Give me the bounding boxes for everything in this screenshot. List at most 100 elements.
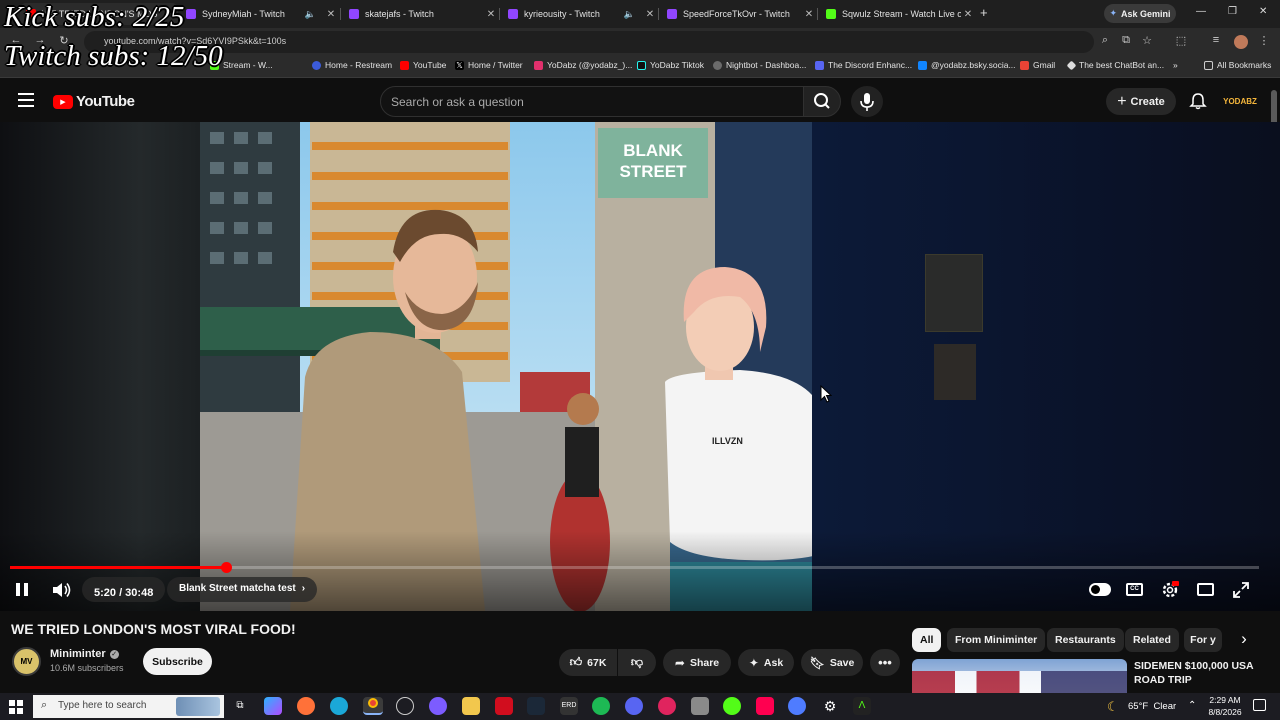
- progress-bar[interactable]: [10, 562, 1259, 573]
- autoplay-toggle[interactable]: [1089, 583, 1111, 596]
- ask-gemini-button[interactable]: ✦ Ask Gemini: [1104, 4, 1176, 23]
- bookmark-item[interactable]: The best ChatBot an...: [1066, 60, 1164, 70]
- browser-tab[interactable]: kyrieousity - Twitch 🔈 ✕: [502, 3, 657, 25]
- reading-list-icon[interactable]: ≡: [1208, 34, 1224, 46]
- app-icon[interactable]: [723, 697, 741, 715]
- app-icon[interactable]: Λ: [853, 697, 871, 715]
- cast-icon[interactable]: ⧉: [1118, 34, 1134, 47]
- chapter-button[interactable]: Blank Street matcha test ›: [167, 577, 318, 602]
- firefox-icon[interactable]: [297, 697, 315, 715]
- taskbar-search-input[interactable]: ⌕ Type here to search: [33, 695, 224, 718]
- app-icon[interactable]: [691, 697, 709, 715]
- all-bookmarks[interactable]: All Bookmarks: [1204, 60, 1271, 70]
- recommended-thumbnail[interactable]: [912, 659, 1127, 693]
- chip-for-you[interactable]: For y: [1184, 628, 1222, 652]
- app-icon[interactable]: [495, 697, 513, 715]
- bookmark-item[interactable]: The Discord Enhanc...: [815, 60, 912, 70]
- profile-avatar[interactable]: [1234, 35, 1248, 49]
- minimize-button[interactable]: —: [1196, 6, 1206, 17]
- chips-next-icon[interactable]: ›: [1232, 628, 1256, 652]
- speaker-icon[interactable]: 🔈: [624, 9, 635, 20]
- weather-text[interactable]: 65°F Clear: [1128, 701, 1176, 712]
- zoom-icon[interactable]: ⌕: [1097, 34, 1113, 47]
- bookmark-item[interactable]: YoDabz Tiktok: [637, 60, 704, 70]
- gemini-sparkle-icon: ✦: [1109, 8, 1117, 18]
- chip-from-miniminter[interactable]: From Miniminter: [947, 628, 1046, 652]
- browser-tab[interactable]: SpeedForceTkOvr - Twitch ✕: [661, 3, 816, 25]
- copilot-icon[interactable]: [264, 697, 282, 715]
- theater-mode-icon[interactable]: [1197, 583, 1214, 596]
- bookmark-item[interactable]: YoDabz (@yodabz_)...: [534, 60, 632, 70]
- chip-all[interactable]: All: [912, 628, 942, 652]
- close-tab-icon[interactable]: ✕: [961, 9, 975, 20]
- share-button[interactable]: ➦ Share: [663, 649, 731, 676]
- notifications-bell-icon[interactable]: [1189, 92, 1207, 115]
- task-view-icon[interactable]: ⧉: [231, 697, 249, 715]
- tray-overflow-icon[interactable]: ⌃: [1188, 700, 1196, 711]
- channel-name-link[interactable]: Miniminter ✓: [50, 648, 119, 660]
- notification-center-icon[interactable]: [1253, 699, 1266, 711]
- bookmark-star-icon[interactable]: ☆: [1139, 34, 1155, 47]
- captions-icon[interactable]: CC: [1126, 583, 1143, 596]
- extensions-icon[interactable]: ⬚: [1173, 34, 1189, 47]
- browser-tab[interactable]: Sqwulz Stream - Watch Live on ✕: [820, 3, 975, 25]
- app-icon[interactable]: [788, 697, 806, 715]
- close-tab-icon[interactable]: ✕: [643, 9, 657, 20]
- windows-start-icon[interactable]: [9, 700, 23, 714]
- close-window-button[interactable]: ✕: [1259, 6, 1267, 17]
- recommended-video-title[interactable]: SIDEMEN $100,000 USA ROAD TRIP: [1134, 659, 1260, 687]
- youtube-logo[interactable]: ▶ YouTube: [53, 93, 135, 110]
- bookmark-item[interactable]: @yodabz.bsky.socia...: [918, 60, 1016, 70]
- ask-button[interactable]: ✦ Ask: [738, 649, 794, 676]
- like-button[interactable]: 👍︎ 67K: [559, 649, 617, 676]
- pause-icon[interactable]: [16, 583, 30, 597]
- bookmark-item[interactable]: 𝕏 Home / Twitter: [455, 60, 523, 70]
- app-icon[interactable]: ERD: [560, 697, 578, 715]
- voice-search-button[interactable]: [851, 86, 883, 117]
- speaker-icon[interactable]: 🔈: [305, 9, 316, 20]
- video-player[interactable]: BLANK STREET ILLVZN 5:20 / 30:48 Blank S…: [0, 122, 1280, 611]
- account-avatar[interactable]: YODABZ: [1223, 90, 1257, 112]
- spotify-icon[interactable]: [592, 697, 610, 715]
- save-button[interactable]: 🔖︎ Save: [801, 649, 863, 676]
- subscribe-button[interactable]: Subscribe: [143, 648, 212, 675]
- close-tab-icon[interactable]: ✕: [324, 9, 338, 20]
- bookmark-item[interactable]: Home - Restream: [312, 60, 392, 70]
- steam-icon[interactable]: [527, 697, 545, 715]
- discord-icon[interactable]: [625, 697, 643, 715]
- bookmarks-overflow-button[interactable]: »: [1173, 60, 1178, 70]
- close-tab-icon[interactable]: ✕: [802, 9, 816, 20]
- more-menu-icon[interactable]: ⋮: [1256, 34, 1272, 47]
- browser-tab[interactable]: skatejafs - Twitch ✕: [343, 3, 498, 25]
- chip-related[interactable]: Related: [1125, 628, 1179, 652]
- bookmark-item[interactable]: Nightbot - Dashboa...: [713, 60, 806, 70]
- file-explorer-icon[interactable]: [462, 697, 480, 715]
- channel-avatar[interactable]: MV: [12, 647, 41, 676]
- chip-restaurants[interactable]: Restaurants: [1047, 628, 1124, 652]
- volume-icon[interactable]: [52, 582, 72, 598]
- edge-icon[interactable]: [330, 697, 348, 715]
- app-icon[interactable]: [429, 697, 447, 715]
- hamburger-menu-icon[interactable]: [18, 93, 34, 107]
- settings-gear-icon[interactable]: [1161, 581, 1179, 599]
- system-clock[interactable]: 2:29 AM 8/8/2026: [1203, 694, 1247, 718]
- search-button[interactable]: [803, 86, 841, 117]
- app-icon[interactable]: [658, 697, 676, 715]
- chrome-icon[interactable]: [363, 697, 383, 715]
- settings-gear-icon[interactable]: ⚙: [821, 697, 839, 715]
- create-button[interactable]: + Create: [1106, 88, 1176, 115]
- search-input[interactable]: Search or ask a question: [380, 86, 804, 117]
- dislike-button[interactable]: 👎︎: [618, 649, 656, 676]
- address-bar[interactable]: youtube.com/watch?v=Sd6YVI9PSkk&t=100s: [84, 31, 1094, 53]
- maximize-button[interactable]: ❐: [1228, 6, 1237, 17]
- more-actions-button[interactable]: •••: [870, 649, 900, 676]
- fullscreen-icon[interactable]: [1233, 582, 1249, 598]
- close-tab-icon[interactable]: ✕: [484, 9, 498, 20]
- bookmark-item[interactable]: Gmail: [1020, 60, 1055, 70]
- obs-icon[interactable]: [396, 697, 414, 715]
- folder-icon: [1204, 60, 1213, 70]
- tiktok-icon[interactable]: [756, 697, 774, 715]
- new-tab-button[interactable]: +: [980, 5, 988, 20]
- bookmark-item[interactable]: YouTube: [400, 60, 446, 70]
- browser-tab[interactable]: SydneyMiah - Twitch 🔈 ✕: [180, 3, 338, 25]
